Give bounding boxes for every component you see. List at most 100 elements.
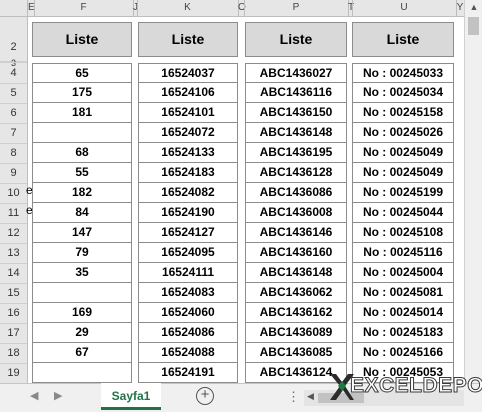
list-cell[interactable]: 35 (32, 263, 132, 283)
list-cell[interactable]: 16524060 (138, 303, 238, 323)
column-header-y[interactable]: Y (456, 0, 464, 16)
list-cell[interactable]: ABC1436195 (245, 143, 347, 163)
list-cell[interactable]: No : 00245049 (352, 163, 454, 183)
list-header-cell[interactable]: Liste (138, 22, 238, 57)
vertical-scroll-thumb[interactable] (468, 17, 479, 35)
list-cell[interactable]: No : 00245004 (352, 263, 454, 283)
list-cell[interactable]: ABC1436146 (245, 223, 347, 243)
list-cell[interactable]: ABC1436148 (245, 263, 347, 283)
add-sheet-icon[interactable]: + (196, 387, 214, 405)
list-header-cell[interactable]: Liste (352, 22, 454, 57)
more-options-icon[interactable]: ⋮ (287, 389, 300, 405)
list-cell[interactable]: 16524082 (138, 183, 238, 203)
list-cell[interactable] (32, 123, 132, 143)
list-cell[interactable]: No : 00245014 (352, 303, 454, 323)
row-number-16[interactable]: 16 (0, 307, 27, 319)
list-cell[interactable]: 79 (32, 243, 132, 263)
list-cell[interactable]: 175 (32, 83, 132, 103)
list-cell[interactable]: No : 00245158 (352, 103, 454, 123)
chevron-left-icon[interactable]: ◀ (30, 389, 38, 402)
list-cell[interactable]: 67 (32, 343, 132, 363)
row-number-9[interactable]: 9 (0, 167, 27, 179)
list-cell[interactable]: 55 (32, 163, 132, 183)
list-cell[interactable]: ABC1436062 (245, 283, 347, 303)
row-number-12[interactable]: 12 (0, 227, 27, 239)
list-cell[interactable] (32, 363, 132, 383)
list-header-cell[interactable]: Liste (32, 22, 132, 57)
list-cell[interactable]: 182 (32, 183, 132, 203)
row-number-15[interactable]: 15 (0, 287, 27, 299)
list-cell[interactable] (32, 283, 132, 303)
list-cell[interactable]: ABC1436162 (245, 303, 347, 323)
row-number-17[interactable]: 17 (0, 327, 27, 339)
list-cell[interactable]: ABC1436085 (245, 343, 347, 363)
row-number-18[interactable]: 18 (0, 347, 27, 359)
list-cell[interactable]: No : 00245081 (352, 283, 454, 303)
row-number-13[interactable]: 13 (0, 247, 27, 259)
column-header-u[interactable]: U (352, 0, 456, 16)
list-cell[interactable]: 16524095 (138, 243, 238, 263)
sheet-tab-sayfa1[interactable]: Sayfa1 (101, 383, 161, 410)
list-cell[interactable]: 16524101 (138, 103, 238, 123)
list-cell[interactable]: 16524127 (138, 223, 238, 243)
column-header-k[interactable]: K (137, 0, 238, 16)
list-cell[interactable]: 16524111 (138, 263, 238, 283)
list-cell[interactable]: 16524037 (138, 63, 238, 83)
row-number-10[interactable]: 10 (0, 187, 27, 199)
list-cell[interactable]: No : 00245044 (352, 203, 454, 223)
row-number-11[interactable]: 11 (0, 207, 27, 219)
exceldepo-logo: EXCELDEPO (328, 372, 482, 412)
list-cell[interactable]: 16524183 (138, 163, 238, 183)
list-cell[interactable]: 16524072 (138, 123, 238, 143)
list-cell[interactable]: 147 (32, 223, 132, 243)
row-number-14[interactable]: 14 (0, 267, 27, 279)
list-header-cell[interactable]: Liste (245, 22, 347, 57)
list-cell[interactable]: 84 (32, 203, 132, 223)
list-cell[interactable]: No : 00245166 (352, 343, 454, 363)
list-cell[interactable]: ABC1436160 (245, 243, 347, 263)
row-number-5[interactable]: 5 (0, 87, 27, 99)
row-number-4[interactable]: 4 (0, 67, 27, 79)
list-cell[interactable]: ABC1436089 (245, 323, 347, 343)
row-number-2[interactable]: 2 (0, 41, 27, 53)
list-cell[interactable]: ABC1436008 (245, 203, 347, 223)
list-cell[interactable]: No : 00245026 (352, 123, 454, 143)
row-number-7[interactable]: 7 (0, 127, 27, 139)
scroll-up-icon[interactable]: ▲ (465, 2, 482, 12)
list-cell[interactable]: ABC1436116 (245, 83, 347, 103)
select-all-corner[interactable] (0, 0, 28, 16)
list-cell[interactable]: 16524190 (138, 203, 238, 223)
list-cell[interactable]: No : 00245199 (352, 183, 454, 203)
list-cell[interactable]: 181 (32, 103, 132, 123)
list-cell[interactable]: 16524086 (138, 323, 238, 343)
list-cell[interactable]: 16524133 (138, 143, 238, 163)
list-cell[interactable]: No : 00245033 (352, 63, 454, 83)
row-number-6[interactable]: 6 (0, 107, 27, 119)
list-cell[interactable]: 169 (32, 303, 132, 323)
row-number-19[interactable]: 19 (0, 367, 27, 379)
list-cell[interactable]: No : 00245034 (352, 83, 454, 103)
list-cell[interactable]: No : 00245049 (352, 143, 454, 163)
list-cell[interactable]: ABC1436128 (245, 163, 347, 183)
chevron-right-icon[interactable]: ▶ (54, 389, 62, 402)
list-cell[interactable]: No : 00245108 (352, 223, 454, 243)
list-cell[interactable]: 16524106 (138, 83, 238, 103)
row-number-8[interactable]: 8 (0, 147, 27, 159)
column-header-f[interactable]: F (34, 0, 133, 16)
list-cell[interactable]: 16524191 (138, 363, 238, 383)
column-header-p[interactable]: P (244, 0, 348, 16)
list-cell[interactable]: No : 00245116 (352, 243, 454, 263)
list-cell[interactable]: ABC1436086 (245, 183, 347, 203)
list-cell[interactable]: 16524083 (138, 283, 238, 303)
list-cell[interactable]: No : 00245183 (352, 323, 454, 343)
list-cell[interactable]: ABC1436150 (245, 103, 347, 123)
worksheet-grid[interactable]: e e Liste 65 175 181 68 55 182 84 147 79 35 169 29 67… (26, 17, 464, 383)
list-cell[interactable]: 16524088 (138, 343, 238, 363)
list-cell[interactable]: ABC1436027 (245, 63, 347, 83)
scroll-left-icon[interactable]: ◀ (307, 391, 314, 402)
list-cell[interactable]: 65 (32, 63, 132, 83)
list-cell[interactable]: 29 (32, 323, 132, 343)
list-cell[interactable]: ABC1436148 (245, 123, 347, 143)
list-cell[interactable]: 68 (32, 143, 132, 163)
vertical-scrollbar[interactable]: ▲ (464, 0, 482, 383)
